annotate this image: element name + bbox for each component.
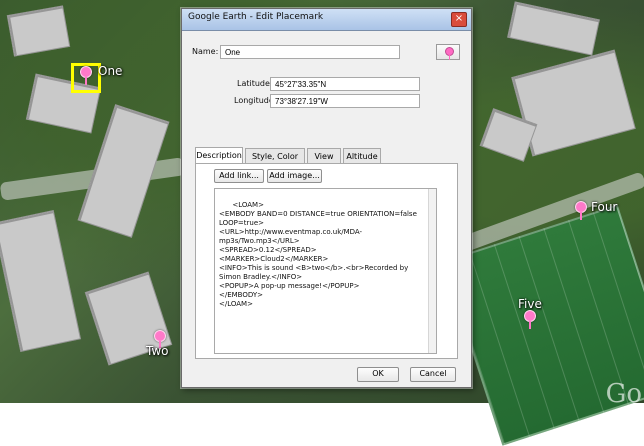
- placemark-two-pin-icon[interactable]: [154, 330, 166, 349]
- add-link-button[interactable]: Add link...: [214, 169, 264, 183]
- placemark-one-label[interactable]: One: [98, 64, 122, 78]
- placemark-four-pin-icon[interactable]: [575, 201, 587, 220]
- name-label: Name:: [192, 47, 219, 56]
- tab-description[interactable]: Description: [195, 147, 243, 164]
- description-pane: Add link... Add image... <LOAM> <EMBODY …: [195, 163, 458, 359]
- placemark-five-pin-icon[interactable]: [524, 310, 536, 329]
- latitude-label: Latitude:: [237, 79, 273, 88]
- description-scrollbar[interactable]: [428, 189, 436, 353]
- placemark-four-label[interactable]: Four: [591, 200, 617, 214]
- longitude-input[interactable]: [270, 94, 420, 108]
- description-text: <LOAM> <EMBODY BAND=0 DISTANCE=true ORIE…: [219, 201, 417, 308]
- tab-view[interactable]: View: [307, 148, 341, 164]
- building: [507, 1, 600, 56]
- placemark-two-label[interactable]: Two: [146, 344, 169, 358]
- add-image-button[interactable]: Add image...: [267, 169, 322, 183]
- close-button[interactable]: ×: [451, 12, 467, 27]
- dialog-titlebar[interactable]: Google Earth - Edit Placemark ×: [182, 9, 471, 31]
- pink-pin-icon: [445, 47, 454, 60]
- building: [0, 209, 82, 353]
- name-input[interactable]: [220, 45, 400, 59]
- placemark-five-label[interactable]: Five: [518, 297, 542, 311]
- edit-placemark-dialog: Google Earth - Edit Placemark × Name: La…: [181, 8, 472, 388]
- ok-button[interactable]: OK: [357, 367, 399, 382]
- google-watermark: Go: [605, 379, 642, 409]
- tab-altitude[interactable]: Altitude: [343, 148, 381, 164]
- placemark-one-pin-icon[interactable]: [80, 66, 92, 85]
- tab-style-color[interactable]: Style, Color: [245, 148, 305, 164]
- building: [6, 5, 71, 57]
- latitude-input[interactable]: [270, 77, 420, 91]
- description-textarea[interactable]: <LOAM> <EMBODY BAND=0 DISTANCE=true ORIE…: [214, 188, 437, 354]
- dialog-title: Google Earth - Edit Placemark: [188, 12, 324, 22]
- cancel-button[interactable]: Cancel: [410, 367, 456, 382]
- placemark-icon-button[interactable]: [436, 44, 460, 60]
